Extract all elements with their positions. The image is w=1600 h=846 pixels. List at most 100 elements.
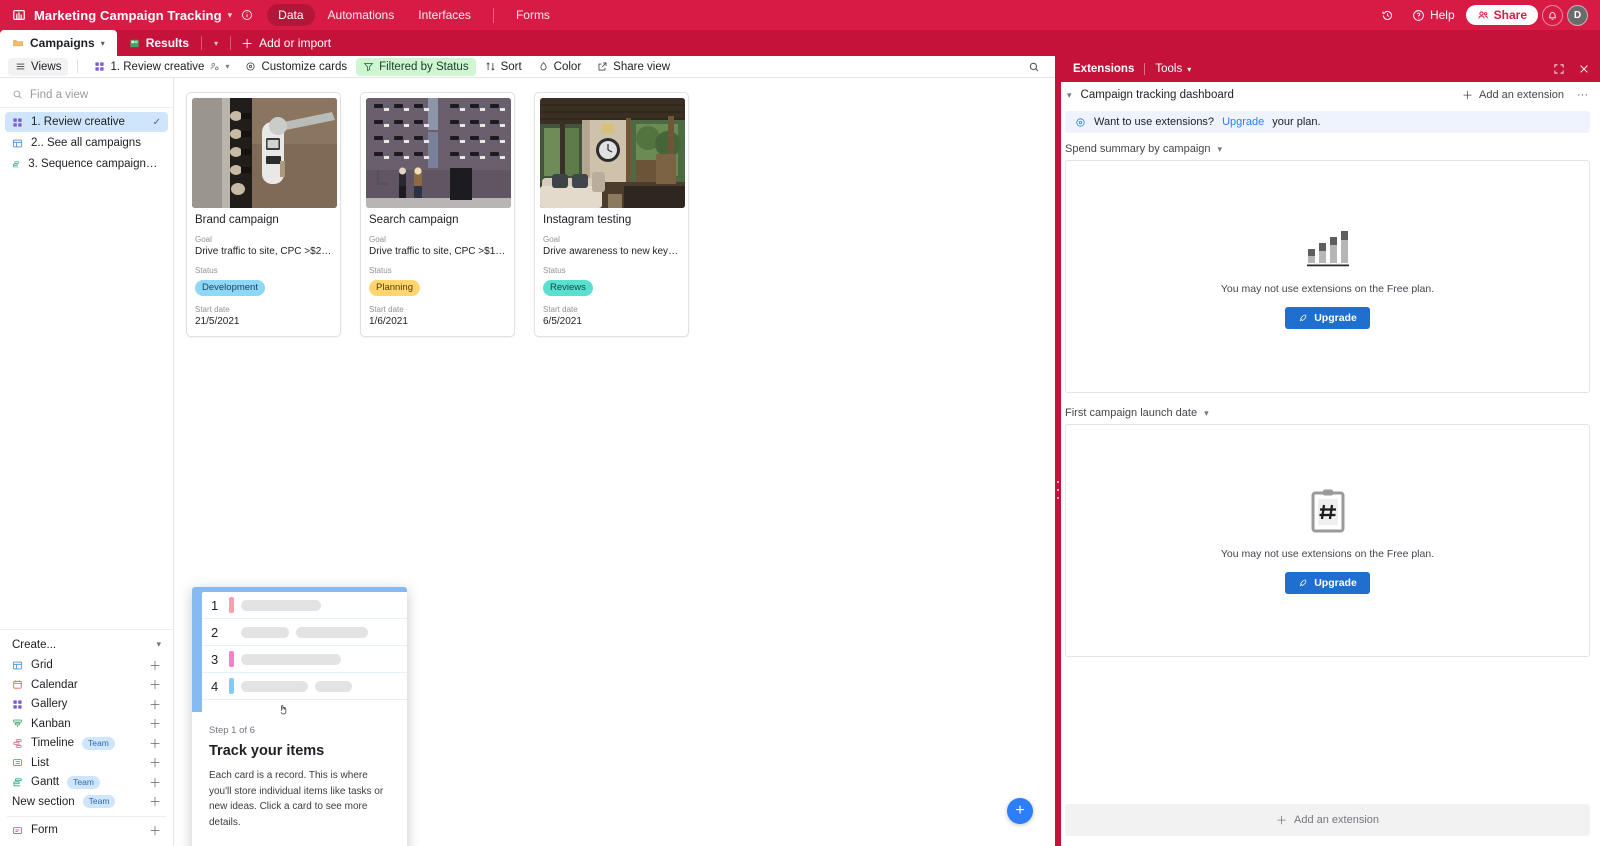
gallery-card[interactable]: Instagram testing Goal Drive awareness t…: [534, 92, 689, 337]
avatar[interactable]: D: [1567, 4, 1588, 26]
share-view-button[interactable]: Share view: [590, 58, 677, 76]
row-number: 3: [211, 651, 219, 667]
find-view-input[interactable]: Find a view: [0, 82, 173, 108]
add-record-button[interactable]: +: [1007, 798, 1033, 824]
tab-label: Campaigns: [30, 36, 95, 50]
tools-menu[interactable]: Tools ▾: [1155, 63, 1191, 75]
security-cameras-wall-photo: [366, 98, 511, 208]
extension-title-first-launch-date[interactable]: First campaign launch date ▾: [1065, 407, 1590, 419]
footer-add-extension-button[interactable]: ＋ Add an extension: [1065, 804, 1590, 836]
search-icon[interactable]: [1021, 58, 1047, 76]
create-item-new-section[interactable]: New section Team ＋: [5, 792, 168, 812]
find-view-placeholder: Find a view: [30, 88, 89, 101]
notice-text-after: your plan.: [1272, 116, 1321, 128]
ellipsis-icon[interactable]: ···: [1577, 89, 1588, 101]
plus-icon[interactable]: ＋: [149, 657, 161, 674]
tools-label: Tools: [1155, 63, 1183, 75]
create-label: Create...: [12, 638, 57, 651]
add-extension-button[interactable]: ＋ Add an extension: [1462, 87, 1564, 103]
create-item-grid[interactable]: Grid ＋: [5, 656, 168, 676]
gallery-card[interactable]: Search campaign Goal Drive traffic to si…: [360, 92, 515, 337]
customize-cards-button[interactable]: Customize cards: [238, 58, 354, 76]
tab-overflow-menu[interactable]: ▾: [202, 30, 230, 56]
plus-icon[interactable]: ＋: [149, 754, 161, 771]
hamburger-icon: [16, 63, 25, 70]
chevron-down-icon[interactable]: ▾: [1204, 408, 1209, 419]
bar-chart-logo-icon[interactable]: [8, 8, 30, 22]
tab-campaigns[interactable]: Campaigns ▾: [0, 30, 117, 56]
create-item-calendar[interactable]: Calendar ＋: [5, 675, 168, 695]
panel-grip-dots[interactable]: [1056, 481, 1060, 499]
chevron-down-icon[interactable]: ▾: [1218, 144, 1223, 155]
create-header[interactable]: Create... ▾: [5, 634, 168, 656]
sidebar-item-see-all-campaigns[interactable]: 2.. See all campaigns: [5, 133, 168, 153]
create-item-list[interactable]: List ＋: [5, 753, 168, 773]
folder-icon: [12, 37, 24, 49]
grid-blue-icon: [12, 139, 23, 147]
create-item-gantt[interactable]: Gantt Team ＋: [5, 773, 168, 793]
bell-icon[interactable]: [1542, 4, 1563, 26]
tab-results[interactable]: Results: [117, 30, 201, 56]
panel-resize-handle[interactable]: [1055, 56, 1061, 846]
sidebar-item-review-creative[interactable]: 1. Review creative ✓: [5, 112, 168, 132]
create-item-kanban[interactable]: Kanban ＋: [5, 714, 168, 734]
gallery-purple-icon: [13, 700, 22, 709]
extensions-list: Spend summary by campaign ▾ You may not …: [1055, 133, 1600, 804]
help-button[interactable]: Help: [1405, 4, 1462, 26]
team-badge: Team: [82, 795, 116, 809]
plus-icon[interactable]: ＋: [149, 822, 161, 839]
plus-icon[interactable]: ＋: [149, 793, 161, 810]
dashboard-name[interactable]: Campaign tracking dashboard: [1081, 89, 1234, 101]
upgrade-button[interactable]: Upgrade: [1285, 571, 1370, 594]
filter-button[interactable]: Filtered by Status: [356, 57, 476, 76]
sidebar-item-label: 3. Sequence campaigns on a tim...: [28, 158, 161, 170]
share-label: Share: [1493, 8, 1527, 22]
chevron-down-icon[interactable]: ▾: [156, 639, 161, 650]
plus-icon: +: [1015, 802, 1025, 819]
row-placeholder-bar: [241, 599, 321, 611]
create-item-form[interactable]: Form ＋: [5, 821, 168, 841]
check-icon: ✓: [152, 116, 161, 128]
chevron-down-icon[interactable]: ▾: [228, 10, 233, 21]
nav-item-automations[interactable]: Automations: [317, 4, 406, 26]
share-button[interactable]: Share: [1465, 5, 1538, 25]
plus-icon[interactable]: ＋: [149, 715, 161, 732]
sort-label: Sort: [500, 60, 522, 73]
current-view-button[interactable]: 1. Review creative ▾: [87, 58, 236, 76]
plus-icon[interactable]: ＋: [149, 676, 161, 693]
close-icon[interactable]: [1578, 63, 1590, 75]
chevron-down-icon[interactable]: ▾: [101, 39, 105, 48]
color-button[interactable]: Color: [531, 58, 588, 76]
color-label: Color: [553, 60, 582, 73]
base-title[interactable]: Marketing Campaign Tracking: [34, 8, 222, 23]
chevron-down-icon[interactable]: ▾: [1067, 90, 1072, 101]
gantt-teal-icon: [13, 778, 22, 786]
plus-icon[interactable]: ＋: [149, 735, 161, 752]
nav-item-forms[interactable]: Forms: [505, 4, 561, 26]
sidebar-item-sequence-campaigns[interactable]: 3. Sequence campaigns on a tim...: [5, 154, 168, 174]
expand-icon[interactable]: [1553, 63, 1565, 75]
views-toggle-button[interactable]: Views: [8, 57, 69, 76]
history-clock-icon[interactable]: [1374, 5, 1401, 26]
info-circle-icon[interactable]: [241, 9, 253, 21]
field-label-status: Status: [543, 266, 566, 275]
team-badge: Team: [67, 775, 100, 789]
chevron-down-icon[interactable]: ▾: [225, 62, 229, 71]
upgrade-button[interactable]: Upgrade: [1285, 306, 1370, 329]
nav-item-interfaces[interactable]: Interfaces: [407, 4, 482, 26]
upgrade-link[interactable]: Upgrade: [1222, 116, 1264, 128]
sort-button[interactable]: Sort: [478, 58, 529, 76]
plus-icon[interactable]: ＋: [149, 774, 161, 791]
nav-item-data[interactable]: Data: [267, 4, 315, 26]
create-item-timeline[interactable]: Timeline Team ＋: [5, 734, 168, 754]
chevron-down-icon[interactable]: ▾: [214, 39, 218, 48]
plus-icon[interactable]: ＋: [149, 696, 161, 713]
add-or-import-button[interactable]: ＋ Add or import: [231, 30, 341, 56]
clipboard-number-icon: [1308, 488, 1348, 534]
create-item-gallery[interactable]: Gallery ＋: [5, 695, 168, 715]
extension-title-spend-summary[interactable]: Spend summary by campaign ▾: [1065, 143, 1590, 155]
gallery-card[interactable]: Brand campaign Goal Drive traffic to sit…: [186, 92, 341, 337]
extensions-panel: Extensions Tools ▾ ▾ Campaign tracking d…: [1055, 56, 1600, 846]
create-item-label: Calendar: [31, 678, 78, 691]
dashboard-bar: ▾ Campaign tracking dashboard ＋ Add an e…: [1055, 82, 1600, 108]
